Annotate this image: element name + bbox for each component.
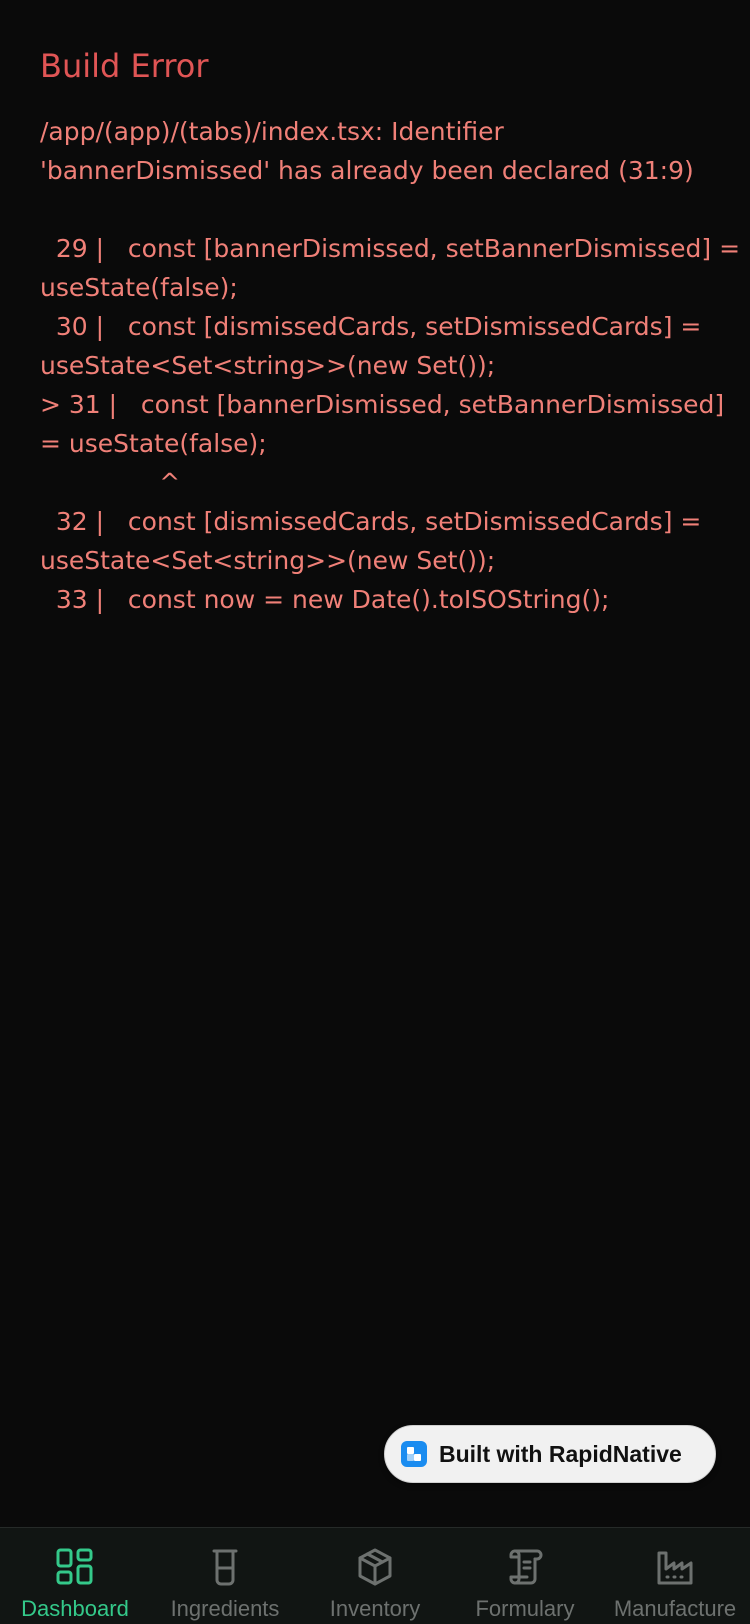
tab-label: Formulary [475, 1596, 575, 1621]
badge-label: Built with RapidNative [439, 1440, 682, 1467]
tab-label: Ingredients [170, 1596, 280, 1621]
factory-icon [657, 1551, 693, 1585]
dashboard-grid-icon [56, 1548, 93, 1585]
package-box-icon [358, 1548, 392, 1586]
tab-manufacture[interactable]: Manufacture [600, 1528, 750, 1624]
tab-label: Dashboard [21, 1596, 129, 1621]
error-title: Build Error [40, 47, 209, 85]
scroll-icon [509, 1549, 543, 1585]
bottom-tab-bar: Dashboard Ingredients Inventory Formular… [0, 1527, 750, 1624]
tab-formulary[interactable]: Formulary [450, 1528, 600, 1624]
error-screen: Build Error /app/(app)/(tabs)/index.tsx:… [0, 0, 750, 1527]
rapidnative-logo-icon [401, 1441, 427, 1467]
tab-dashboard[interactable]: Dashboard [0, 1528, 150, 1624]
tab-inventory[interactable]: Inventory [300, 1528, 450, 1624]
error-message: /app/(app)/(tabs)/index.tsx: Identifier … [40, 117, 741, 614]
tab-label: Manufacture [613, 1596, 737, 1621]
tab-ingredients[interactable]: Ingredients [150, 1528, 300, 1624]
beaker-icon [212, 1549, 238, 1586]
tab-label: Inventory [329, 1596, 421, 1621]
built-with-badge[interactable]: Built with RapidNative [384, 1425, 716, 1483]
